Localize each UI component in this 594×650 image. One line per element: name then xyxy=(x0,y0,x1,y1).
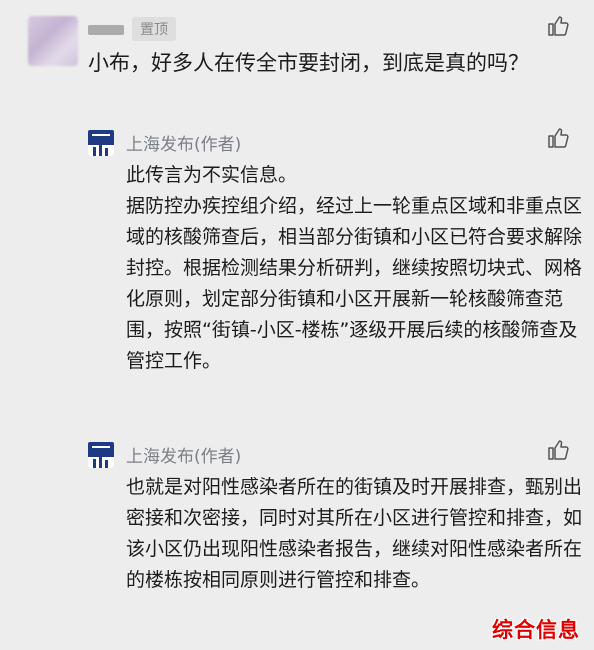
reply-paragraph: 也就是对阳性感染者所在的街镇及时开展排查，甄别出密接和次密接，同时对其所在小区进… xyxy=(126,476,583,591)
thumbs-up-icon[interactable] xyxy=(546,438,570,462)
avatar[interactable] xyxy=(28,16,78,66)
shanghai-fabu-logo[interactable] xyxy=(88,130,114,156)
watermark: 综合信息 xyxy=(492,618,580,642)
shanghai-fabu-logo[interactable] xyxy=(88,442,114,468)
pinned-badge: 置顶 xyxy=(132,17,176,41)
comment-text: 小布，好多人在传全市要封闭，到底是真的吗？ xyxy=(88,51,529,75)
reply-author-name[interactable]: 上海发布(作者) xyxy=(126,130,241,155)
thumbs-up-icon[interactable] xyxy=(546,126,570,150)
reply-paragraph: 据防控办疾控组介绍，经过上一轮重点区域和非重点区域的核酸筛查后，相当部分街镇和小… xyxy=(126,195,583,372)
thumbs-up-icon[interactable] xyxy=(546,14,570,38)
commenter-name-redacted xyxy=(88,25,124,35)
reply-author-name[interactable]: 上海发布(作者) xyxy=(126,442,241,467)
reply-text: 此传言为不实信息。 据防控办疾控组介绍，经过上一轮重点区域和非重点区域的核酸筛查… xyxy=(126,160,586,377)
reply-text: 也就是对阳性感染者所在的街镇及时开展排查，甄别出密接和次密接，同时对其所在小区进… xyxy=(126,472,586,596)
reply-paragraph: 此传言为不实信息。 xyxy=(126,164,298,186)
